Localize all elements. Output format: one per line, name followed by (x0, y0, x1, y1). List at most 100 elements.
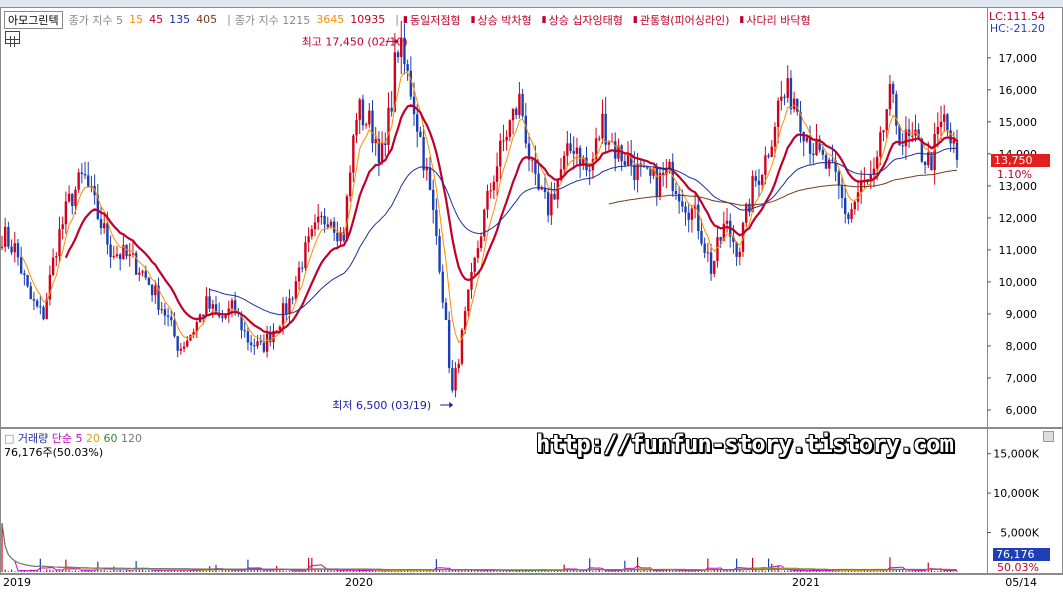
candle-body (853, 201, 856, 210)
candle-body (221, 316, 224, 319)
candle-body (780, 96, 783, 101)
candle-body (112, 256, 115, 258)
candle-body (869, 174, 872, 180)
candle-body (824, 154, 828, 169)
candle-body (751, 176, 754, 213)
candle-body (3, 226, 7, 247)
candle-body (936, 127, 940, 135)
candle-body (259, 341, 262, 343)
candle-body (118, 254, 122, 260)
candle-body (45, 299, 48, 320)
candle-body (29, 286, 32, 300)
candle-body (173, 320, 176, 337)
low-arrow-head (449, 401, 454, 408)
candle-body (26, 274, 29, 287)
candle-body (166, 315, 170, 317)
candle-body (447, 319, 451, 368)
candle-body (179, 348, 183, 351)
candle-body (83, 173, 87, 176)
price-pane[interactable]: 6,000 7,000 8,000 9,000 10,000 11,000 12,000 13… (0, 7, 1063, 428)
top-toolbar-strip (0, 0, 1063, 7)
candle-body (572, 151, 575, 154)
candle-body (744, 203, 748, 223)
candle-body (150, 284, 154, 296)
grid-icon[interactable] (5, 31, 20, 47)
pattern-label: 동일저점형 (409, 13, 461, 27)
stock-name[interactable]: 아모그린텍 (4, 10, 63, 29)
volume-pct: 50.03% (997, 561, 1039, 574)
grid-icon-glyph (6, 36, 19, 47)
ma-135-label: 135 (169, 13, 191, 26)
candle-body (422, 136, 425, 171)
candle-body (943, 114, 946, 122)
candle-body (163, 309, 167, 316)
x-label-2020: 2020 (345, 576, 373, 589)
candle-body (435, 210, 438, 237)
candle-body (760, 174, 764, 185)
candle-body (19, 257, 23, 274)
candle-body (16, 243, 20, 258)
candle-body (444, 302, 448, 320)
pattern-label: 관통형(피어싱라인) (639, 13, 730, 27)
ma2-label: 종가 지수 1215 (234, 13, 311, 27)
candle-body (604, 113, 607, 145)
candle-body (946, 114, 949, 131)
candle-body (409, 70, 413, 97)
candle-body (80, 172, 84, 174)
candle-body (0, 246, 4, 248)
candle-body (87, 175, 90, 187)
candle-body (294, 281, 298, 299)
candle-body (764, 155, 767, 175)
candle-body (515, 108, 518, 115)
x-label-2021: 2021 (792, 576, 820, 589)
pane-scroll-up-button[interactable] (1043, 431, 1054, 442)
candle-body (224, 315, 227, 319)
candle-body (738, 251, 742, 257)
volume-ma-60-label: 60 (103, 432, 118, 445)
candle-body (489, 190, 492, 192)
candle-body (773, 126, 777, 147)
candle-body (601, 113, 604, 139)
y-tick-label: 15,000 (999, 116, 1038, 129)
candle-body (537, 173, 540, 190)
y-tick-label: 7,000 (1006, 372, 1038, 385)
candle-body (243, 330, 246, 332)
candle-body (128, 254, 131, 257)
candle-body (719, 237, 722, 241)
volume-ma-line-60 (1, 523, 957, 571)
candle-body (518, 93, 521, 115)
candle-body (767, 155, 770, 157)
candle-body (939, 121, 943, 128)
candle-body (952, 140, 956, 144)
candle-body (776, 100, 780, 127)
candle-body (505, 136, 508, 141)
candle-body (317, 216, 320, 223)
candle-body (154, 285, 157, 296)
candle-body (655, 168, 658, 197)
candle-body (933, 134, 936, 171)
candle-body (709, 252, 713, 274)
candle-body (355, 119, 358, 136)
candle-body (633, 164, 636, 181)
candle-body (182, 346, 186, 349)
candle-body (508, 120, 512, 137)
y-tick-label: 11,000 (999, 244, 1038, 257)
candle-body (754, 176, 757, 181)
candle-body (428, 167, 432, 190)
volume-pane[interactable]: 5,000K 10,000K 15,000K □ 거래량 단순 5 20 60 12… (0, 428, 1063, 574)
candle-body (888, 83, 892, 110)
candle-body (486, 190, 489, 210)
candle-body (802, 131, 805, 142)
y-tick-label: 9,000 (1006, 308, 1038, 321)
candle-body (186, 340, 189, 347)
candle-body (10, 246, 13, 253)
price-chart-svg[interactable]: 6,000 7,000 8,000 9,000 10,000 11,000 12,000 13… (0, 7, 1063, 428)
candle-body (607, 142, 611, 145)
current-volume-badge: 76,176 (993, 548, 1050, 561)
candle-body (51, 257, 55, 275)
y-tick-label: 6,000 (1006, 404, 1038, 417)
candle-body (313, 222, 317, 230)
candle-body (703, 243, 706, 253)
candle-body (911, 135, 914, 137)
candle-body (326, 224, 329, 228)
